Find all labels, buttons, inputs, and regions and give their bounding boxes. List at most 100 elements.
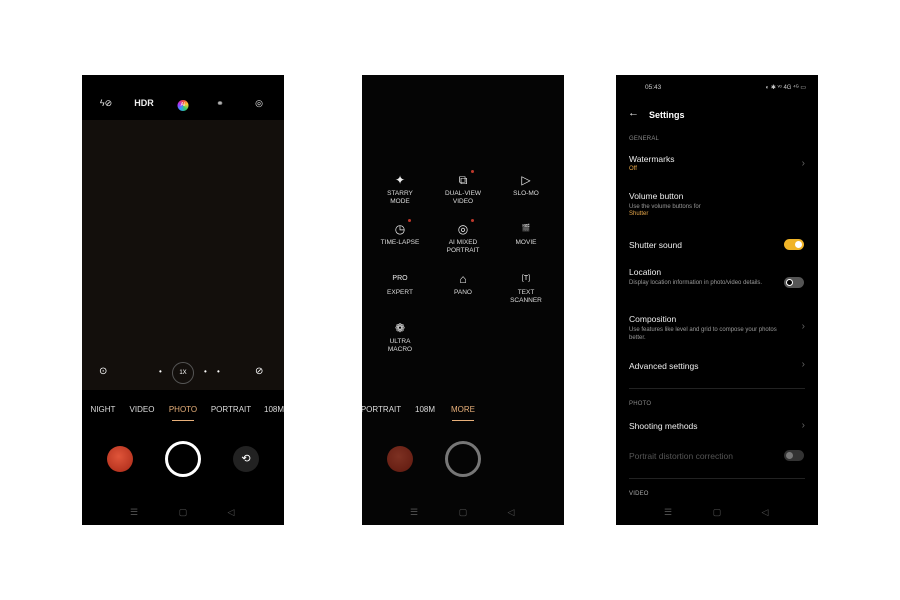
portrait-distortion-toggle[interactable]	[784, 450, 804, 461]
mode-expert[interactable]: PRO EXPERT	[370, 271, 430, 297]
shutter-sound-label: Shutter sound	[629, 240, 682, 250]
new-badge-dot	[471, 219, 474, 222]
advanced-settings-item[interactable]: Advanced settings	[629, 361, 805, 371]
status-time: 05:43	[645, 84, 662, 91]
switch-camera-icon[interactable]: ⟲	[233, 446, 259, 472]
nav-back-icon[interactable]: ◁	[228, 507, 235, 518]
camera-screen: ϟ⊘ HDR AI ⚭ ◎ ⊙ • 1X • • ⊘ NIGHT VIDEO P…	[82, 75, 284, 525]
mode-108m[interactable]: 108M	[264, 405, 284, 414]
mode-night[interactable]: NIGHT	[91, 405, 116, 414]
location-toggle[interactable]	[784, 277, 804, 288]
watermarks-item[interactable]: Watermarks Off	[629, 154, 805, 172]
zoom-dot[interactable]: •	[217, 367, 220, 376]
mode-video[interactable]: VIDEO	[130, 405, 155, 414]
nav-back-icon[interactable]: ◁	[508, 507, 515, 518]
chevron-right-icon: ›	[801, 321, 805, 332]
text-scanner-icon: [T]	[521, 275, 531, 282]
slo-mo-icon: ▷	[521, 173, 531, 187]
mode-108m[interactable]: 108M	[415, 405, 435, 414]
nav-home-icon[interactable]: ▢	[179, 507, 188, 518]
mode-label: PANO	[454, 289, 472, 296]
back-arrow-icon[interactable]: ←	[628, 107, 639, 119]
mode-slo-mo[interactable]: ▷ SLO-MO	[496, 172, 556, 198]
new-badge-dot	[408, 219, 411, 222]
dual-view-video-icon: ⧉	[458, 173, 468, 187]
composition-label: Composition	[629, 314, 677, 324]
page-title: Settings	[649, 110, 685, 120]
starry-mode-icon: ✦	[394, 173, 406, 187]
mode-label: ULTRA MACRO	[387, 338, 413, 353]
viewfinder[interactable]	[82, 120, 284, 390]
status-icons: ◐ ✱ ᵛᵒ 4G ⁴ᴳ ▭	[765, 85, 806, 91]
mode-portrait[interactable]: PORTRAIT	[362, 405, 401, 414]
mode-label: AI MIXED PORTRAIT	[446, 239, 480, 254]
nav-menu-icon[interactable]: ☰	[410, 507, 418, 518]
nav-menu-icon[interactable]: ☰	[130, 507, 138, 518]
mode-label: TIME-LAPSE	[380, 239, 420, 246]
nav-home-icon[interactable]: ▢	[713, 507, 722, 518]
divider	[629, 478, 805, 479]
gallery-thumbnail[interactable]	[107, 446, 133, 472]
location-item: Location Display location information in…	[629, 267, 805, 287]
mode-bar: PORTRAIT 108M MORE	[362, 405, 564, 419]
settings-icon[interactable]: ◎	[255, 98, 263, 109]
mode-label: STARRY MODE	[387, 190, 413, 205]
volume-label: Volume button	[629, 191, 684, 201]
mode-text-scanner[interactable]: [T] TEXT SCANNER	[496, 271, 556, 305]
ai-button[interactable]: AI	[177, 100, 189, 111]
zoom-button[interactable]: 1X	[172, 362, 194, 384]
chevron-right-icon: ›	[801, 359, 805, 370]
volume-button-item[interactable]: Volume button Use the volume buttons for…	[629, 191, 805, 217]
mode-label: MOVIE	[515, 239, 537, 246]
gallery-thumbnail[interactable]	[387, 446, 413, 472]
shooting-methods-item[interactable]: Shooting methods	[629, 421, 805, 431]
mode-pano[interactable]: ⌂ PANO	[433, 271, 493, 297]
mode-ai-mixed-portrait[interactable]: ◎ AI MIXED PORTRAIT	[433, 219, 493, 255]
lens-icon[interactable]: ⊘	[255, 366, 263, 377]
composition-item[interactable]: Composition Use features like level and …	[629, 314, 805, 342]
shutter-button[interactable]	[165, 441, 201, 477]
volume-desc: Use the volume buttons for	[629, 204, 701, 210]
mode-label: EXPERT	[387, 289, 413, 296]
shutter-sound-toggle[interactable]	[784, 239, 804, 250]
focus-icon[interactable]: ⊙	[99, 366, 107, 377]
pano-icon: ⌂	[459, 272, 467, 286]
section-photo: PHOTO	[629, 401, 652, 407]
mode-ultra-macro[interactable]: ❁ ULTRA MACRO	[370, 320, 430, 354]
flash-off-icon[interactable]: ϟ⊘	[100, 98, 112, 109]
mode-photo[interactable]: PHOTO	[169, 405, 197, 414]
expert-icon: PRO	[392, 275, 408, 282]
mode-more[interactable]: MORE	[451, 405, 475, 414]
watermarks-value: Off	[629, 166, 637, 172]
mode-label: DUAL-VIEW VIDEO	[444, 190, 482, 205]
section-general: GENERAL	[629, 136, 660, 142]
mode-time-lapse[interactable]: ◷ TIME-LAPSE	[370, 219, 430, 247]
active-mode-underline	[172, 420, 194, 421]
nav-back-icon[interactable]: ◁	[762, 507, 769, 518]
watermarks-label: Watermarks	[629, 154, 675, 164]
mode-starry-mode[interactable]: ✦ STARRY MODE	[370, 172, 430, 206]
portrait-distortion-label: Portrait distortion correction	[629, 451, 733, 461]
mode-dual-view-video[interactable]: ⧉ DUAL-VIEW VIDEO	[433, 170, 493, 206]
filter-icon[interactable]: ⚭	[216, 98, 224, 109]
mode-movie[interactable]: 🎬 MOVIE	[496, 221, 556, 247]
shutter-button[interactable]	[445, 441, 481, 477]
movie-icon: 🎬	[521, 225, 531, 232]
section-video: VIDEO	[629, 491, 649, 497]
nav-home-icon[interactable]: ▢	[459, 507, 468, 518]
mode-portrait[interactable]: PORTRAIT	[211, 405, 251, 414]
chevron-right-icon: ›	[801, 158, 805, 169]
time-lapse-icon: ◷	[394, 222, 406, 236]
more-modes-screen: ✦ STARRY MODE ⧉ DUAL-VIEW VIDEO ▷ SLO-MO ◷ TIME…	[362, 75, 564, 525]
settings-screen: 05:43 ◐ ✱ ᵛᵒ 4G ⁴ᴳ ▭ ← Settings GENERAL …	[616, 75, 818, 525]
ultra-macro-icon: ❁	[394, 321, 406, 335]
active-mode-underline	[452, 420, 474, 421]
mode-bar: NIGHT VIDEO PHOTO PORTRAIT 108M	[82, 405, 284, 419]
nav-menu-icon[interactable]: ☰	[664, 507, 672, 518]
zoom-dot[interactable]: •	[159, 367, 162, 376]
zoom-dot[interactable]: •	[204, 367, 207, 376]
mode-label: SLO-MO	[513, 190, 539, 197]
hdr-button[interactable]: HDR	[134, 98, 154, 108]
mode-label: TEXT SCANNER	[510, 289, 542, 304]
location-desc: Display location information in photo/vi…	[629, 280, 763, 286]
